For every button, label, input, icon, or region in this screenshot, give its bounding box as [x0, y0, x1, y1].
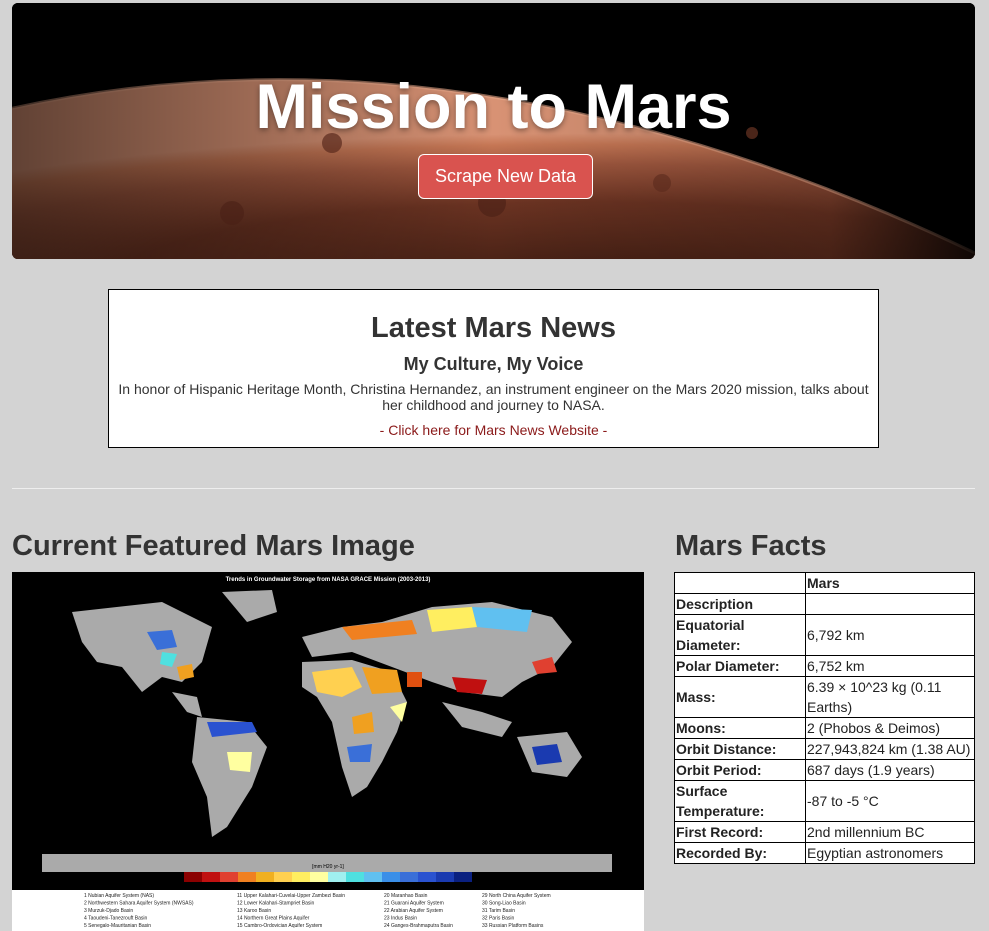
colorbar-tick: -20	[181, 884, 188, 889]
legend-entry: 33 Russian Platform Basins	[482, 923, 544, 929]
legend-entry: 11 Upper Kalahari-Cuvelai-Upper Zambezi …	[237, 893, 345, 899]
colorbar	[184, 872, 472, 882]
fact-value: 687 days (1.9 years)	[805, 759, 975, 781]
image-caption: Trends in Groundwater Storage from NASA …	[226, 577, 431, 583]
table-row: Moons: 2 (Phobos & Deimos)	[674, 717, 975, 739]
legend-entry: 2 Northwestern Sahara Aquifer System (NW…	[84, 901, 194, 907]
table-row: Orbit Distance: 227,943,824 km (1.38 AU)	[674, 738, 975, 760]
fact-value: 2 (Phobos & Deimos)	[805, 717, 975, 739]
legend-entry: 23 Indus Basin	[384, 916, 417, 922]
scrape-new-data-button[interactable]: Scrape New Data	[418, 154, 593, 199]
table-row: Orbit Period: 687 days (1.9 years)	[674, 759, 975, 781]
legend-entry: 32 Paris Basin	[482, 916, 514, 922]
legend-entry: 29 North China Aquifer System	[482, 893, 551, 899]
fact-value: Egyptian astronomers	[805, 842, 975, 864]
table-row: Polar Diameter: 6,752 km	[674, 655, 975, 677]
featured-image-heading: Current Featured Mars Image	[12, 530, 415, 562]
mars-facts-table: Mars Description Equatorial Diameter: 6,79…	[674, 572, 975, 864]
fact-label: Polar Diameter:	[674, 655, 806, 677]
fact-label: Orbit Distance:	[674, 738, 806, 760]
news-website-link[interactable]: - Click here for Mars News Website -	[109, 421, 878, 439]
fact-label: Description	[674, 593, 806, 615]
news-heading: Latest Mars News	[371, 312, 616, 344]
fact-value	[805, 593, 975, 615]
fact-label: Surface Temperature:	[674, 780, 806, 822]
legend-entry: 12 Lower Kalahari-Stampriet Basin	[237, 901, 314, 907]
news-title: My Culture, My Voice	[403, 354, 584, 374]
news-section: Latest Mars News My Culture, My Voice In…	[108, 289, 879, 448]
colorbar-tick: -10	[253, 884, 260, 889]
page-title: Mission to Mars	[255, 72, 732, 142]
legend-entry: 1 Nubian Aquifer System (NAS)	[84, 893, 154, 899]
colorbar-tick: 15	[434, 884, 439, 889]
legend-entry: 30 Song-Liao Basin	[482, 901, 526, 907]
legend-entry: 13 Karoo Basin	[237, 908, 271, 914]
legend-entry: 21 Guarani Aquifer System	[384, 901, 444, 907]
table-row: First Record: 2nd millennium BC	[674, 821, 975, 843]
fact-label: Equatorial Diameter:	[674, 614, 806, 656]
table-row: Description	[674, 593, 975, 615]
fact-label: Mass:	[674, 676, 806, 718]
legend-entry: 20 Maranhao Basin	[384, 893, 428, 899]
table-header-blank	[674, 572, 806, 594]
legend-entry: 22 Arabian Aquifer System	[384, 908, 443, 914]
fact-value: 2nd millennium BC	[805, 821, 975, 843]
table-row: Surface Temperature: -87 to -5 °C	[674, 780, 975, 822]
table-row: Equatorial Diameter: 6,792 km	[674, 614, 975, 656]
featured-mars-image[interactable]: Trends in Groundwater Storage from NASA …	[12, 572, 644, 931]
legend-entry: 5 Senegalo-Mauritanian Basin	[84, 923, 151, 929]
fact-value: 227,943,824 km (1.38 AU)	[805, 738, 975, 760]
fact-value: 6,752 km	[805, 655, 975, 677]
news-teaser: In honor of Hispanic Heritage Month, Chr…	[118, 381, 869, 413]
colorbar-tick: 10	[398, 884, 403, 889]
section-divider	[12, 488, 975, 489]
table-header-row: Mars	[674, 572, 975, 594]
legend-entry: 24 Ganges-Brahmaputra Basin	[384, 923, 453, 929]
hero-banner: Mission to Mars Scrape New Data	[12, 3, 975, 259]
fact-label: Orbit Period:	[674, 759, 806, 781]
colorbar-tick: -15	[217, 884, 224, 889]
colorbar-unit: [mm H20 yr-1]	[312, 864, 344, 870]
legend-entry: 3 Murzuk-Djado Basin	[84, 908, 133, 914]
table-header-mars: Mars	[805, 572, 975, 594]
fact-label: First Record:	[674, 821, 806, 843]
fact-label: Moons:	[674, 717, 806, 739]
legend-entry: 31 Tarim Basin	[482, 908, 515, 914]
table-row: Mass: 6.39 × 10^23 kg (0.11 Earths)	[674, 676, 975, 718]
fact-value: 6.39 × 10^23 kg (0.11 Earths)	[805, 676, 975, 718]
colorbar-tick: 20	[470, 884, 475, 889]
table-row: Recorded By: Egyptian astronomers	[674, 842, 975, 864]
fact-value: 6,792 km	[805, 614, 975, 656]
groundwater-map-image: Trends in Groundwater Storage from NASA …	[12, 572, 644, 931]
mars-facts-heading: Mars Facts	[675, 530, 827, 562]
legend-entry: 15 Cambro-Ordovician Aquifer System	[237, 923, 322, 929]
fact-value: -87 to -5 °C	[805, 780, 975, 822]
legend-entry: 4 Taoudeni-Tanezrouft Basin	[84, 916, 148, 922]
fact-label: Recorded By:	[674, 842, 806, 864]
legend-entry: 14 Northern Great Plains Aquifer	[237, 916, 310, 922]
